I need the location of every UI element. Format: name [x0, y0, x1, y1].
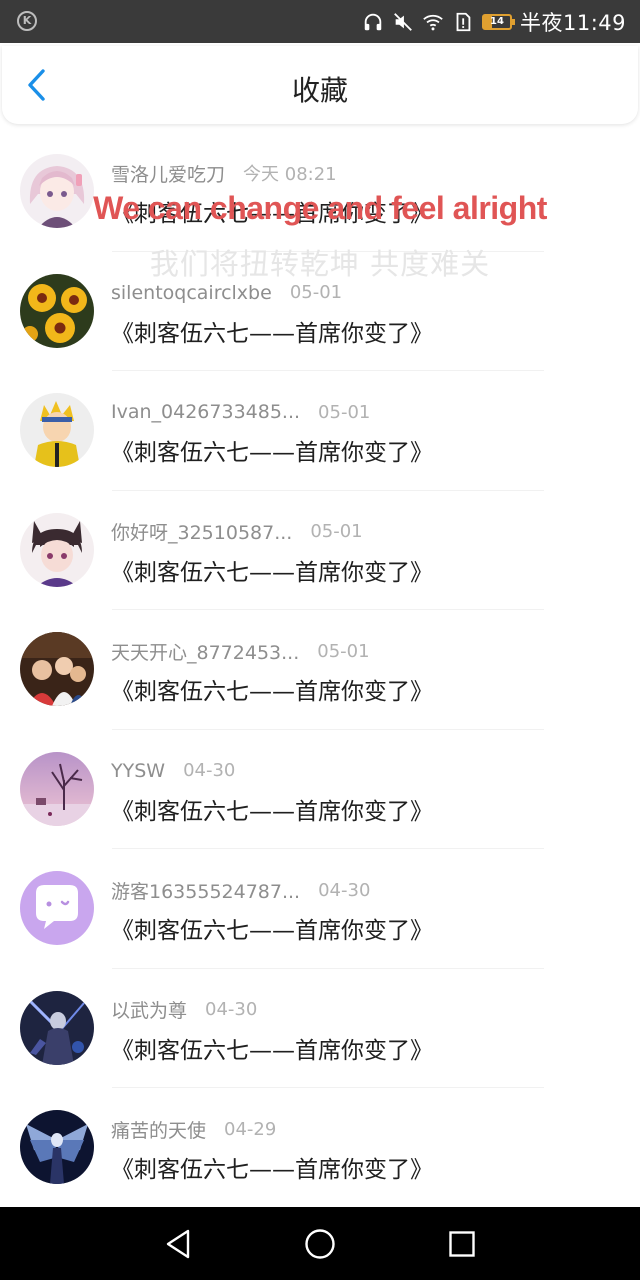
avatar[interactable] — [20, 393, 94, 467]
list-item[interactable]: Ivan_0426733485... 05-01 《刺客伍六七——首席你变了》 — [0, 371, 640, 491]
list-item[interactable]: 天天开心_8772453... 05-01 《刺客伍六七——首席你变了》 — [0, 610, 640, 730]
mute-icon — [394, 12, 412, 31]
naruto-avatar — [20, 393, 94, 467]
item-meta: YYSW 04-30 — [111, 758, 235, 784]
item-meta: 雪洛儿爱吃刀 今天 08:21 — [111, 160, 337, 186]
headphones-icon — [364, 13, 382, 30]
anime-girl-avatar — [20, 154, 94, 228]
timestamp: 05-01 — [289, 282, 343, 303]
username[interactable]: silentoqcairclxbe — [111, 282, 272, 304]
username[interactable]: 你好呀_32510587... — [111, 518, 292, 545]
item-title[interactable]: 《刺客伍六七——首席你变了》 — [111, 1031, 433, 1065]
item-title[interactable]: 《刺客伍六七——首席你变了》 — [111, 672, 433, 706]
username[interactable]: 天天开心_8772453... — [111, 638, 299, 665]
page-title: 收藏 — [291, 74, 348, 107]
username[interactable]: 雪洛儿爱吃刀 — [111, 160, 225, 187]
family-photo-avatar — [20, 632, 94, 706]
timestamp: 05-01 — [318, 401, 371, 423]
chat-bubble-avatar — [20, 871, 94, 945]
item-title[interactable]: 《刺客伍六七——首席你变了》 — [111, 433, 433, 467]
list-item[interactable]: 你好呀_32510587... 05-01 《刺客伍六七——首席你变了》 — [0, 491, 640, 611]
username[interactable]: YYSW — [111, 760, 165, 782]
list-item[interactable]: 游客16355524787... 04-30 《刺客伍六七——首席你变了》 — [0, 849, 640, 969]
battery-icon: 14 — [481, 13, 515, 30]
nav-back-button[interactable] — [138, 1207, 218, 1280]
item-title[interactable]: 《刺客伍六七——首席你变了》 — [111, 1150, 433, 1184]
circle-home-icon — [305, 1228, 335, 1259]
status-time: 半夜11:49 — [519, 10, 626, 35]
timestamp: 05-01 — [317, 640, 370, 662]
item-meta: Ivan_0426733485... 05-01 — [111, 399, 370, 425]
wifi-icon — [423, 14, 443, 30]
list-item[interactable]: 痛苦的天使 04-29 《刺客伍六七——首席你变了》 — [0, 1088, 640, 1208]
cat-ear-boy-avatar — [20, 512, 94, 587]
item-title[interactable]: 《刺客伍六七——首席你变了》 — [111, 194, 433, 228]
timestamp: 今天 08:21 — [243, 164, 337, 185]
item-meta: silentoqcairclxbe 05-01 — [111, 280, 342, 306]
timestamp: 04-30 — [318, 879, 371, 901]
list-item[interactable]: YYSW 04-30 《刺客伍六七——首席你变了》 — [0, 730, 640, 850]
battery-level: 14 — [490, 15, 504, 27]
avatar[interactable] — [20, 1110, 94, 1184]
nav-recents-button[interactable] — [422, 1207, 502, 1280]
dark-warrior-avatar — [20, 990, 94, 1065]
avatar[interactable] — [20, 871, 94, 945]
square-recents-icon — [449, 1230, 475, 1257]
list-item[interactable]: 雪洛儿爱吃刀 今天 08:21 《刺客伍六七——首席你变了》 — [0, 132, 640, 252]
username[interactable]: 游客16355524787... — [111, 877, 300, 904]
alert-icon — [456, 12, 471, 31]
timestamp: 04-29 — [224, 1118, 277, 1140]
favorites-list: 雪洛儿爱吃刀 今天 08:21 《刺客伍六七——首席你变了》 silentoqc… — [0, 132, 640, 1208]
item-title[interactable]: 《刺客伍六七——首席你变了》 — [111, 792, 433, 826]
yellow-flowers-avatar — [20, 273, 94, 348]
item-title[interactable]: 《刺客伍六七——首席你变了》 — [111, 553, 433, 587]
k-icon: K — [17, 11, 37, 31]
item-meta: 天天开心_8772453... 05-01 — [111, 638, 370, 664]
avatar[interactable] — [20, 632, 94, 706]
avatar[interactable] — [20, 751, 94, 826]
status-icons: 14 半夜11:49 — [362, 0, 626, 43]
username[interactable]: 以武为尊 — [111, 996, 187, 1023]
username[interactable]: Ivan_0426733485... — [111, 401, 300, 423]
username[interactable]: 痛苦的天使 — [111, 1116, 206, 1143]
item-meta: 你好呀_32510587... 05-01 — [111, 519, 363, 545]
dark-angel-avatar — [20, 1110, 94, 1184]
avatar[interactable] — [20, 512, 94, 587]
navigation-bar — [0, 1207, 640, 1280]
list-item[interactable]: 以武为尊 04-30 《刺客伍六七——首席你变了》 — [0, 969, 640, 1089]
list-item[interactable]: silentoqcairclxbe 05-01 《刺客伍六七——首席你变了》 — [0, 252, 640, 372]
item-title[interactable]: 《刺客伍六七——首席你变了》 — [111, 911, 433, 945]
avatar[interactable] — [20, 273, 94, 348]
item-meta: 以武为尊 04-30 — [111, 997, 257, 1023]
nav-home-button[interactable] — [280, 1207, 360, 1280]
item-meta: 游客16355524787... 04-30 — [111, 877, 370, 903]
title-bar: 收藏 — [2, 46, 638, 124]
timestamp: 05-01 — [310, 521, 363, 542]
timestamp: 04-30 — [205, 999, 258, 1020]
item-meta: 痛苦的天使 04-29 — [111, 1116, 276, 1142]
timestamp: 04-30 — [183, 760, 236, 781]
status-bar: K 14 半夜11:49 — [0, 0, 640, 43]
triangle-back-icon — [166, 1229, 190, 1258]
purple-tree-avatar — [20, 751, 94, 826]
item-title[interactable]: 《刺客伍六七——首席你变了》 — [111, 314, 433, 348]
avatar[interactable] — [20, 154, 94, 228]
avatar[interactable] — [20, 990, 94, 1065]
